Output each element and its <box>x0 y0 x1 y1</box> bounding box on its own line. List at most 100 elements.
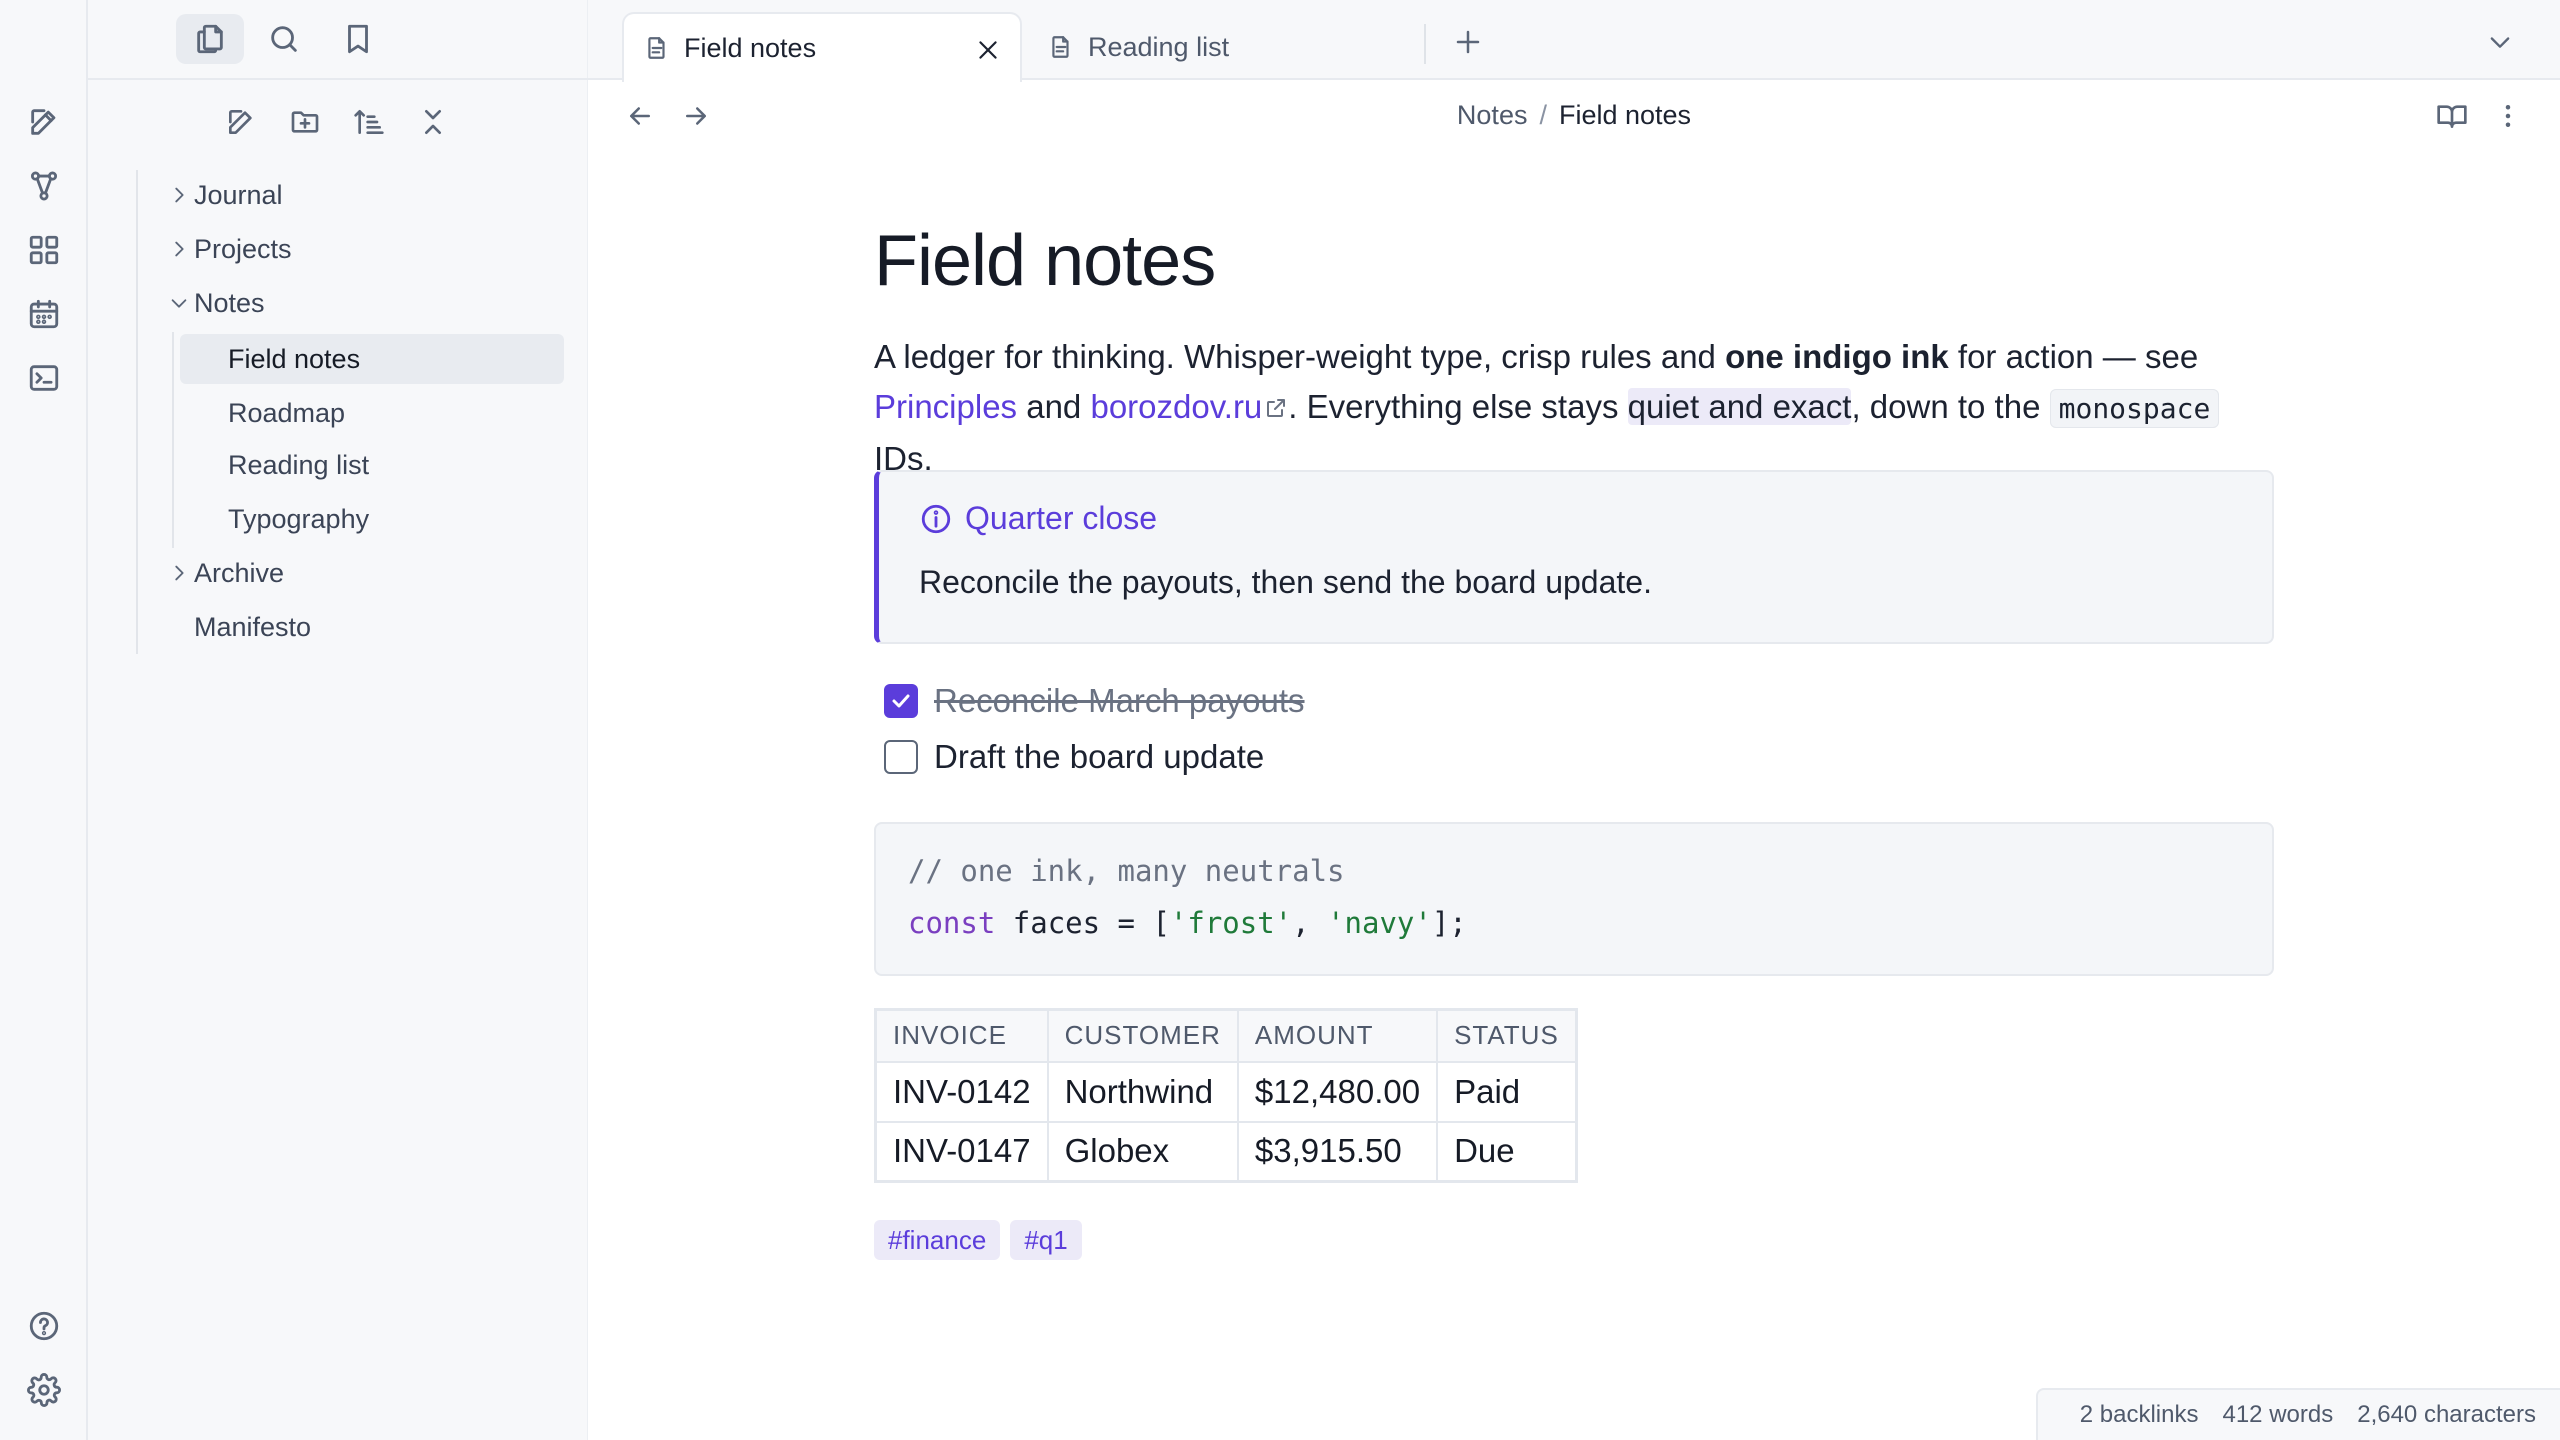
code-keyword: const <box>908 906 996 940</box>
breadcrumb-parent[interactable]: Notes <box>1457 100 1528 130</box>
tree-folder-label: Notes <box>194 287 265 318</box>
tree-file-typography[interactable]: Typography <box>228 494 369 544</box>
callout-info[interactable]: Quarter close Reconcile the payouts, the… <box>874 470 2274 644</box>
task-item: Reconcile March payouts <box>884 682 1305 720</box>
intro-paragraph[interactable]: A ledger for thinking. Whisper-weight ty… <box>874 332 2274 484</box>
tab-bar: Field notes Reading list <box>588 0 2560 82</box>
table-cell[interactable]: Northwind <box>1046 1060 1239 1123</box>
code-punct: , <box>1292 906 1328 940</box>
table-cell[interactable]: INV-0142 <box>874 1060 1049 1123</box>
info-icon <box>921 504 951 533</box>
tree-folder-archive[interactable]: Archive <box>175 548 284 598</box>
tree-file-label: Typography <box>228 503 370 534</box>
new-folder-button[interactable] <box>282 100 328 144</box>
more-vertical-icon <box>2505 105 2511 127</box>
tab-label: Field notes <box>684 32 817 63</box>
table-header-row: INVOICE CUSTOMER AMOUNT STATUS <box>874 1008 1578 1063</box>
tree-file-roadmap[interactable]: Roadmap <box>228 388 345 438</box>
highlighted-text: quiet and exact <box>1627 388 1852 425</box>
tree-file-manifesto[interactable]: Manifesto <box>194 602 311 652</box>
column-header: INVOICE <box>874 1008 1049 1063</box>
text-span: for action — see <box>1948 338 2199 375</box>
collapse-all-icon <box>425 110 441 134</box>
tree-file-reading-list[interactable]: Reading list <box>228 440 369 490</box>
tree-folder-journal[interactable]: Journal <box>175 170 283 220</box>
checkbox-checked[interactable] <box>884 684 918 718</box>
task-label: Reconcile March payouts <box>934 682 1305 719</box>
settings-icon[interactable] <box>22 1368 66 1412</box>
new-note-button[interactable] <box>218 100 264 144</box>
table-cell[interactable]: Globex <box>1046 1120 1239 1183</box>
canvas-icon[interactable] <box>22 228 66 272</box>
backlinks-count[interactable]: 2 backlinks <box>2080 1401 2199 1429</box>
code-punct: ]; <box>1431 906 1467 940</box>
code-string: 'frost' <box>1169 906 1293 940</box>
files-tab[interactable] <box>176 14 244 64</box>
tree-guide-notes <box>172 332 174 548</box>
table-cell[interactable]: Due <box>1436 1120 1578 1183</box>
tag-finance[interactable]: #finance <box>874 1220 1001 1260</box>
collapse-all-button[interactable] <box>410 100 456 144</box>
tab-field-notes[interactable]: Field notes <box>622 12 1022 82</box>
column-header: AMOUNT <box>1236 1008 1439 1063</box>
bookmark-icon <box>348 24 368 54</box>
task-item: Draft the board update <box>884 738 1264 776</box>
new-note-icon <box>229 110 252 134</box>
tab-label: Reading list <box>1088 31 1230 62</box>
document-icon <box>644 35 670 61</box>
code-comment: // one ink, many neutrals <box>908 854 1345 888</box>
external-link-icon <box>1264 396 1288 420</box>
tab-list-button[interactable] <box>2478 20 2522 64</box>
code-block[interactable]: // one ink, many neutrals const faces = … <box>874 822 2274 976</box>
invoice-table: INVOICE CUSTOMER AMOUNT STATUS INV-0142 … <box>874 1008 1578 1183</box>
tree-folder-notes[interactable]: Notes <box>171 278 265 328</box>
table-cell[interactable]: $12,480.00 <box>1236 1060 1439 1123</box>
column-header: CUSTOMER <box>1046 1008 1239 1063</box>
more-options-button[interactable] <box>2486 94 2530 138</box>
character-count: 2,640 characters <box>2357 1401 2536 1428</box>
edit-icon[interactable] <box>22 100 66 144</box>
checkbox-unchecked[interactable] <box>884 740 918 774</box>
note-title[interactable]: Field notes <box>874 220 1216 302</box>
tree-file-field-notes[interactable]: Field notes <box>228 334 360 384</box>
callout-body: Reconcile the payouts, then send the boa… <box>919 564 1652 600</box>
tree-folder-projects[interactable]: Projects <box>175 224 292 274</box>
table-cell[interactable]: $3,915.50 <box>1236 1120 1439 1183</box>
tab-reading-list[interactable]: Reading list <box>1028 12 1428 82</box>
breadcrumb-separator: / <box>1539 100 1547 130</box>
table-cell[interactable]: INV-0147 <box>874 1120 1049 1183</box>
external-link-label: borozdov.ru <box>1090 388 1263 425</box>
callout-title-text: Quarter close <box>965 500 1158 536</box>
chevron-right-icon <box>164 558 194 588</box>
chevron-down-icon <box>164 288 194 318</box>
reading-view-button[interactable] <box>2430 94 2474 138</box>
help-icon[interactable] <box>22 1304 66 1348</box>
internal-link-principles[interactable]: Principles <box>874 388 1017 425</box>
tree-file-label: Field notes <box>228 343 361 374</box>
bookmarks-tab[interactable] <box>324 14 392 64</box>
close-icon[interactable] <box>974 36 1002 64</box>
table-cell[interactable]: Paid <box>1436 1060 1578 1123</box>
file-explorer-sidebar: Journal Projects Notes Field notes Roadm… <box>88 0 588 1440</box>
sort-button[interactable] <box>346 100 392 144</box>
table-row: INV-0142 Northwind $12,480.00 Paid <box>874 1060 1578 1123</box>
tag-q1[interactable]: #q1 <box>1010 1220 1082 1260</box>
terminal-icon[interactable] <box>22 356 66 400</box>
new-folder-icon <box>291 111 319 133</box>
new-tab-button[interactable] <box>1446 20 1490 64</box>
tree-file-label: Roadmap <box>228 397 346 428</box>
code-line: const faces = ['frost', 'navy']; <box>908 906 1467 940</box>
bold-text: one indigo ink <box>1725 338 1949 375</box>
files-icon <box>197 24 223 54</box>
plus-icon <box>1456 30 1480 54</box>
code-identifier: faces = [ <box>995 906 1170 940</box>
graph-icon[interactable] <box>22 164 66 208</box>
text-span: A ledger for thinking. Whisper-weight ty… <box>874 338 1726 375</box>
external-link[interactable]: borozdov.ru <box>1090 388 1288 425</box>
book-open-icon <box>2437 105 2467 128</box>
search-tab[interactable] <box>250 14 318 64</box>
chevron-down-icon <box>2490 37 2510 48</box>
sidebar-tab-strip <box>88 0 588 80</box>
calendar-icon[interactable] <box>22 292 66 336</box>
search-icon <box>271 26 297 52</box>
